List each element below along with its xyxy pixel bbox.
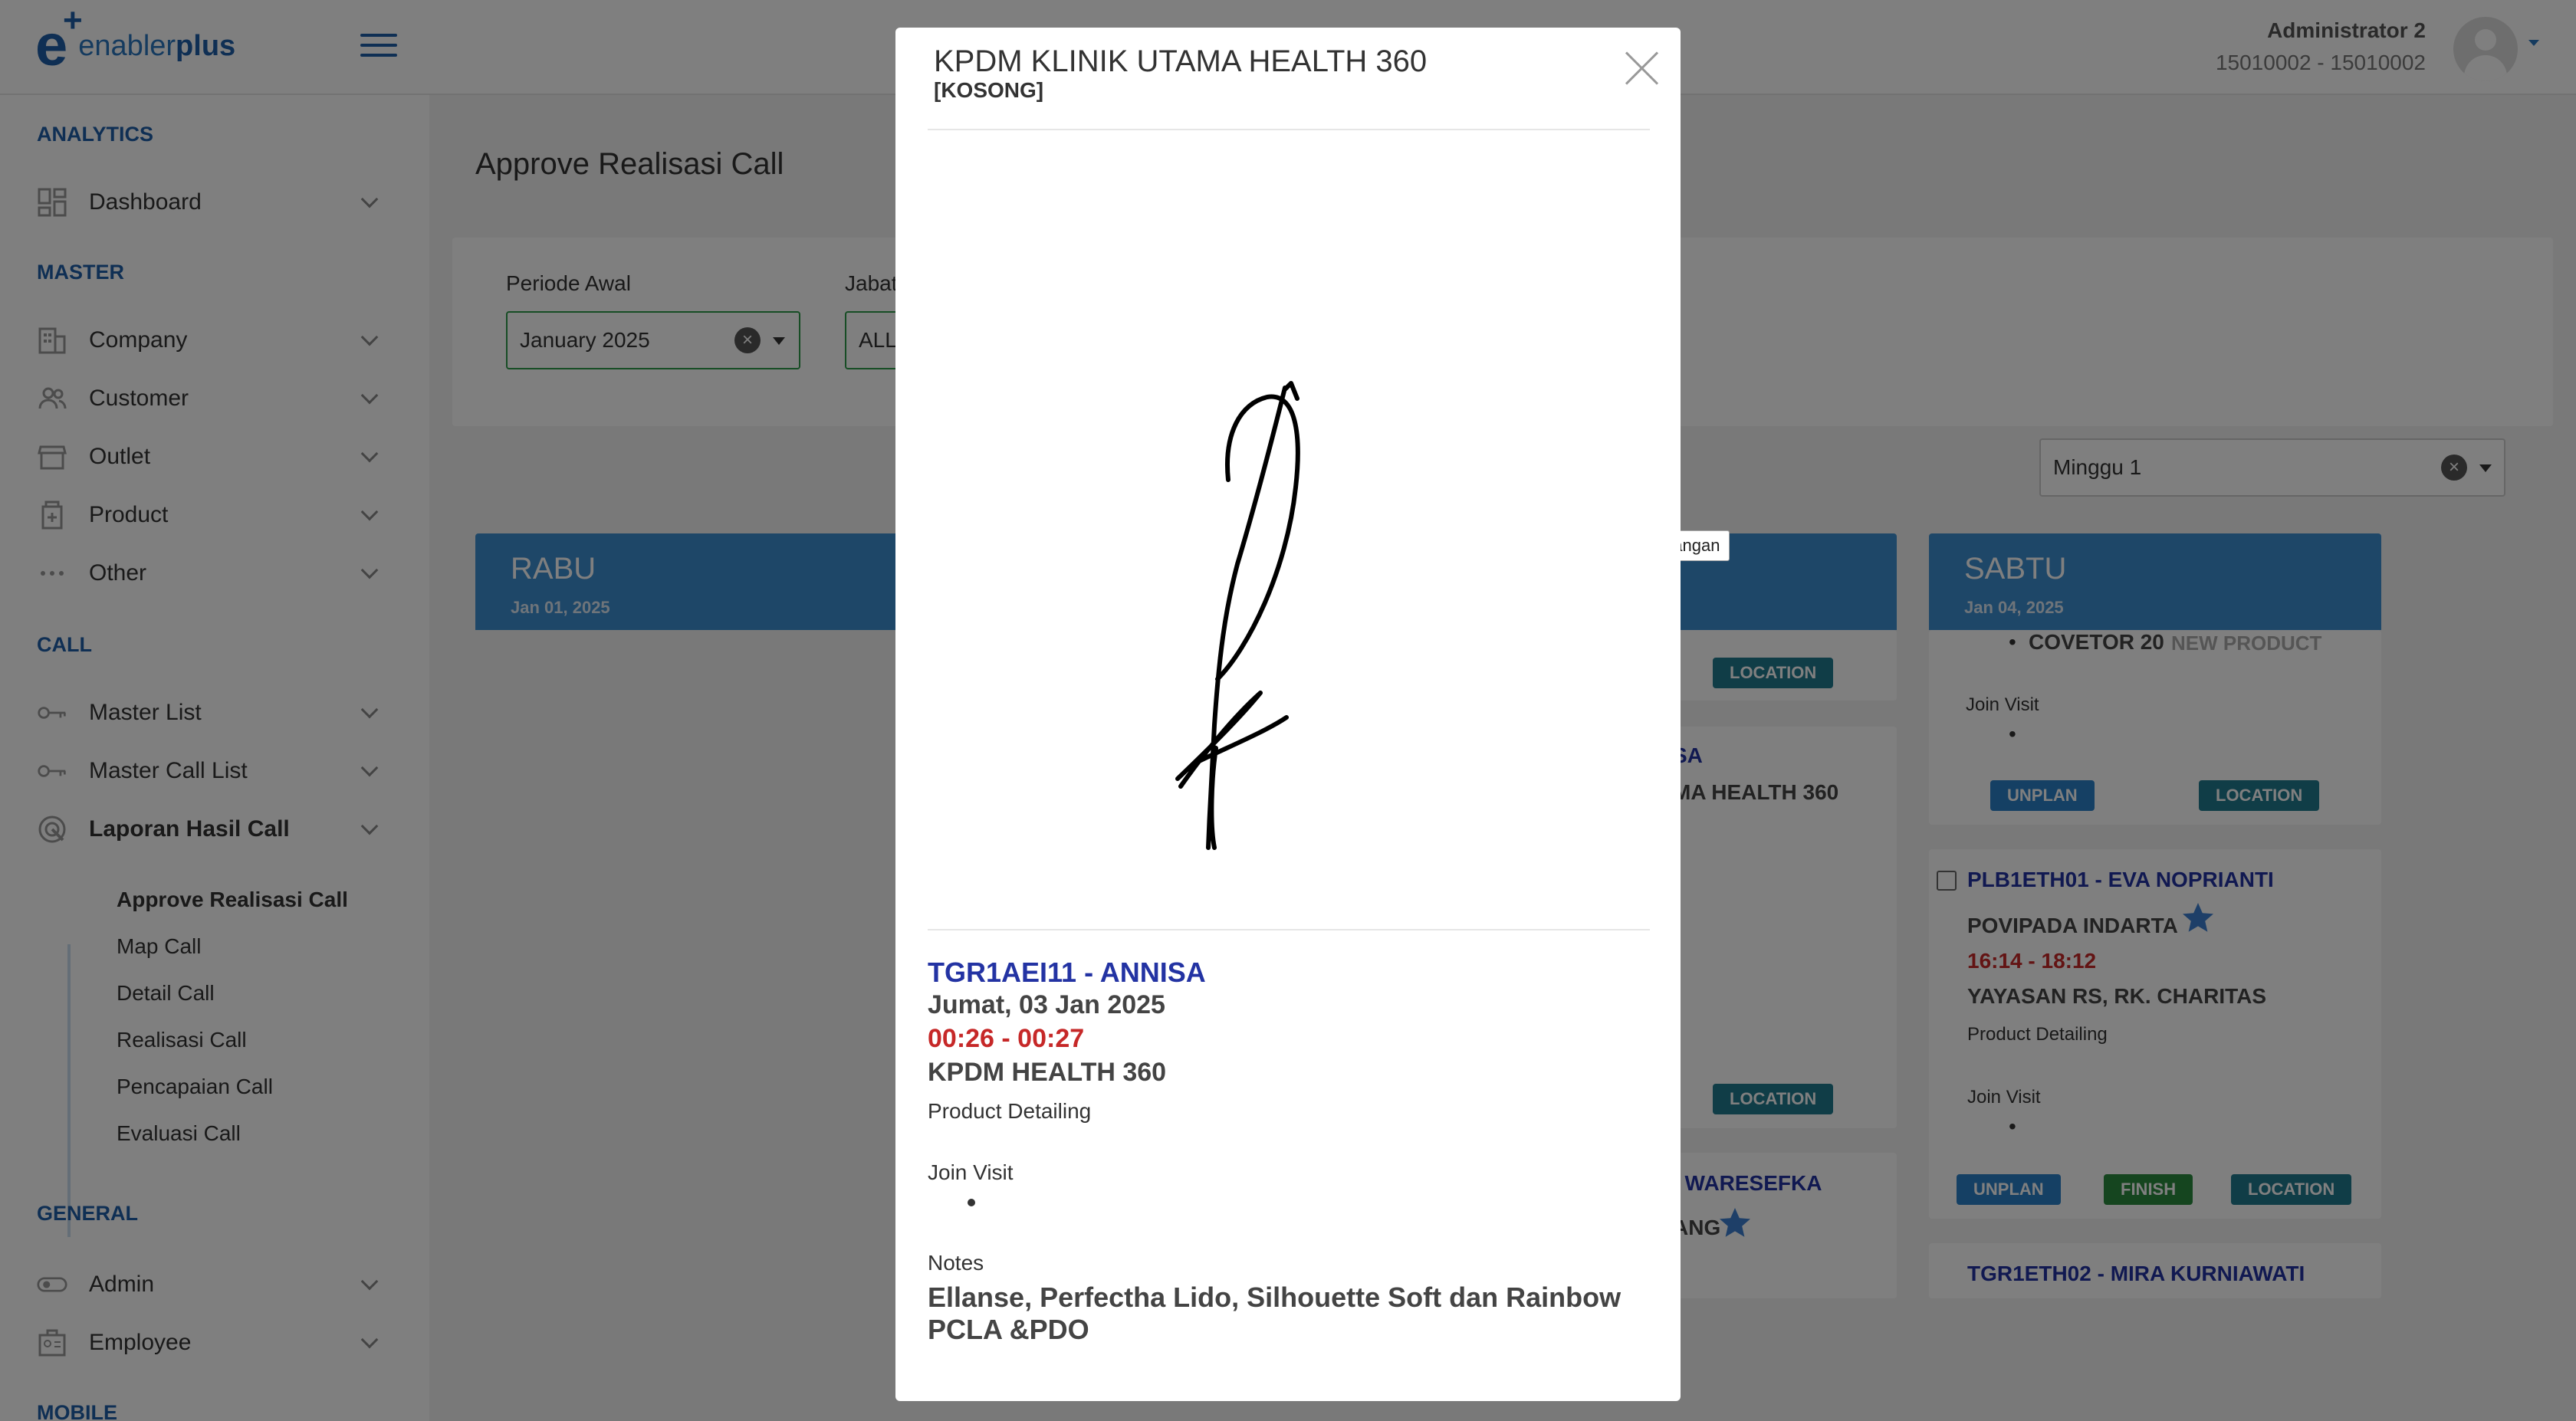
signature-image xyxy=(1175,381,1300,850)
join-visit-bullet xyxy=(968,1199,975,1206)
close-icon[interactable] xyxy=(1625,51,1659,84)
join-visit-label: Join Visit xyxy=(928,1160,1014,1184)
signature-modal: KPDM KLINIK UTAMA HEALTH 360 [KOSONG] TG… xyxy=(895,28,1681,1401)
call-date: Jumat, 03 Jan 2025 xyxy=(928,990,1165,1019)
divider xyxy=(928,129,1650,130)
modal-subtitle: [KOSONG] xyxy=(934,78,1044,102)
call-activity: Product Detailing xyxy=(928,1099,1092,1123)
divider xyxy=(928,929,1650,930)
employee-code: TGR1AEI11 - ANNISA xyxy=(928,957,1206,988)
call-place: KPDM HEALTH 360 xyxy=(928,1058,1167,1087)
call-time: 00:26 - 00:27 xyxy=(928,1024,1085,1053)
notes-label: Notes xyxy=(928,1251,984,1275)
notes-text: Ellanse, Perfectha Lido, Silhouette Soft… xyxy=(928,1282,1622,1345)
modal-title: KPDM KLINIK UTAMA HEALTH 360 xyxy=(934,44,1428,78)
